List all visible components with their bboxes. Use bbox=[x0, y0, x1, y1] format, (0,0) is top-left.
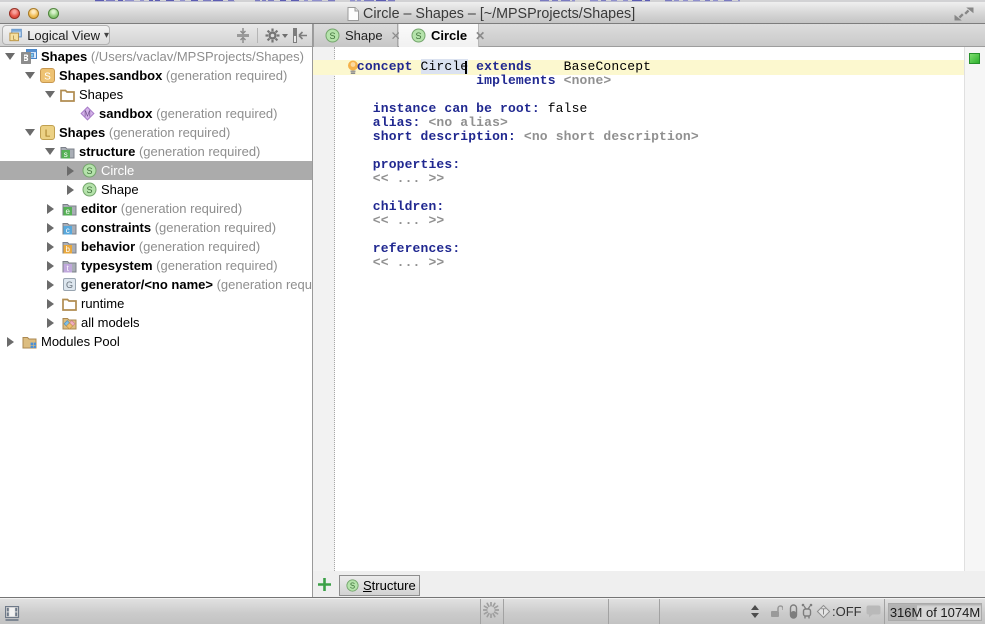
svg-text:c: c bbox=[66, 226, 70, 235]
svg-text:S: S bbox=[415, 31, 421, 41]
svg-text:M: M bbox=[84, 110, 91, 119]
svg-text:L: L bbox=[13, 35, 16, 41]
svg-text:T: T bbox=[821, 608, 826, 617]
svg-text:S: S bbox=[350, 582, 355, 591]
svg-text:L: L bbox=[45, 129, 51, 140]
svg-text:G: G bbox=[66, 280, 73, 290]
svg-text:S: S bbox=[329, 31, 335, 41]
svg-text:S: S bbox=[86, 185, 92, 195]
svg-text:b: b bbox=[65, 245, 70, 254]
svg-text:S: S bbox=[86, 166, 92, 176]
svg-text:S: S bbox=[44, 72, 51, 83]
svg-text:e: e bbox=[65, 207, 70, 216]
svg-text:s: s bbox=[64, 150, 68, 159]
